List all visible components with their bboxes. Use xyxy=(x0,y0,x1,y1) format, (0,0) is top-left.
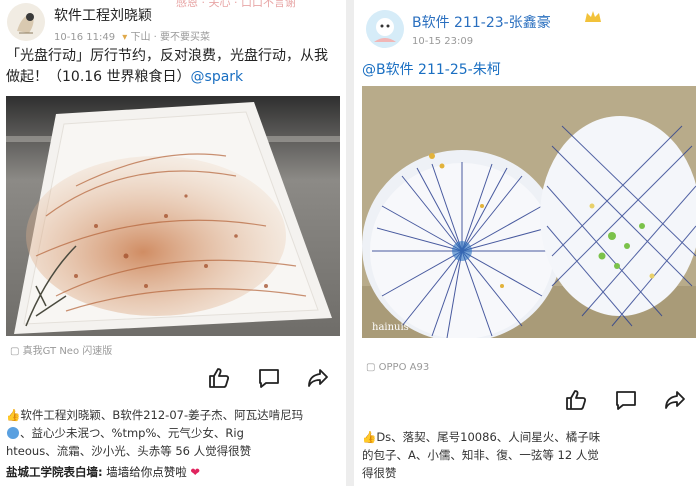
author-avatar[interactable] xyxy=(366,10,404,48)
post-time: 10-15 23:09 xyxy=(412,36,474,47)
post-location[interactable]: 下山 · 要不要买菜 xyxy=(130,32,210,43)
photo-watermark: hainuis xyxy=(372,322,409,333)
camera-icon: ▢ xyxy=(366,362,376,373)
author-avatar[interactable] xyxy=(7,3,45,41)
post-photo-bowls[interactable]: hainuis xyxy=(362,86,696,338)
mention-link[interactable]: @B软件 211-25-朱柯 xyxy=(362,60,501,81)
heart-icon: ❤ xyxy=(190,465,201,479)
photo-device-caption: ▢ 真我GT Neo 闪速版 xyxy=(10,346,113,357)
author-name[interactable]: 软件工程刘晓颖 xyxy=(54,5,152,25)
post-actions xyxy=(207,366,332,392)
likes-list: 👍软件工程刘晓颖、B软件212-07-姜子杰、阿瓦达啃尼玛 、益心少未泯つ、%t… xyxy=(6,408,304,458)
mention-link[interactable]: @spark xyxy=(191,69,244,85)
post-text-line1: 「光盘行动」厉行节约，反对浪费，光盘行动，从我 xyxy=(6,48,328,64)
comment-icon[interactable] xyxy=(614,388,638,412)
comment-item: 盐城工学院表白墙: 墙墙给你点赞啦 ❤ xyxy=(6,464,200,480)
likes-list: 👍Ds、落契、尾号10086、人间星火、橘子味 的包子、A、小儒、知非、復、一弦… xyxy=(362,430,601,480)
crown-icon xyxy=(584,9,602,23)
share-icon[interactable] xyxy=(663,388,687,412)
right-post-card: B软件 211-23-张鑫豪 10-15 23:09 @B软件 211-25-朱… xyxy=(354,0,700,486)
feed-divider xyxy=(346,0,354,486)
left-post-card: 软件工程刘晓颖 感恩 · 关心 · 口口不言谢 10-16 11:49 ▾ 下山… xyxy=(0,0,346,486)
comment-icon[interactable] xyxy=(257,366,281,390)
avatar xyxy=(7,427,19,439)
post-photo-plate[interactable] xyxy=(6,96,340,336)
post-text: 「光盘行动」厉行节约，反对浪费，光盘行动，从我 做起！（10.16 世界粮食日）… xyxy=(6,46,328,88)
photo-device-caption: ▢ OPPO A93 xyxy=(366,362,430,373)
post-time: 10-16 11:49 xyxy=(54,32,116,43)
comment-text: 墙墙给你点赞啦 xyxy=(106,465,187,479)
comment-author[interactable]: 盐城工学院表白墙: xyxy=(6,465,103,479)
thumbs-up-icon[interactable] xyxy=(564,388,588,412)
post-text-line2: 做起！（10.16 世界粮食日）@spark xyxy=(6,69,244,85)
thumbs-up-icon: 👍 xyxy=(6,408,21,422)
thumbs-up-icon: 👍 xyxy=(362,430,377,444)
location-icon: ▾ xyxy=(122,32,128,43)
post-actions xyxy=(564,388,689,414)
post-meta: 10-16 11:49 ▾ 下山 · 要不要买菜 xyxy=(54,28,210,43)
share-icon[interactable] xyxy=(306,366,330,390)
header-banner: 感恩 · 关心 · 口口不言谢 xyxy=(176,0,296,9)
author-name[interactable]: B软件 211-23-张鑫豪 xyxy=(412,12,551,32)
camera-icon: ▢ xyxy=(10,346,20,357)
thumbs-up-icon[interactable] xyxy=(207,366,231,390)
